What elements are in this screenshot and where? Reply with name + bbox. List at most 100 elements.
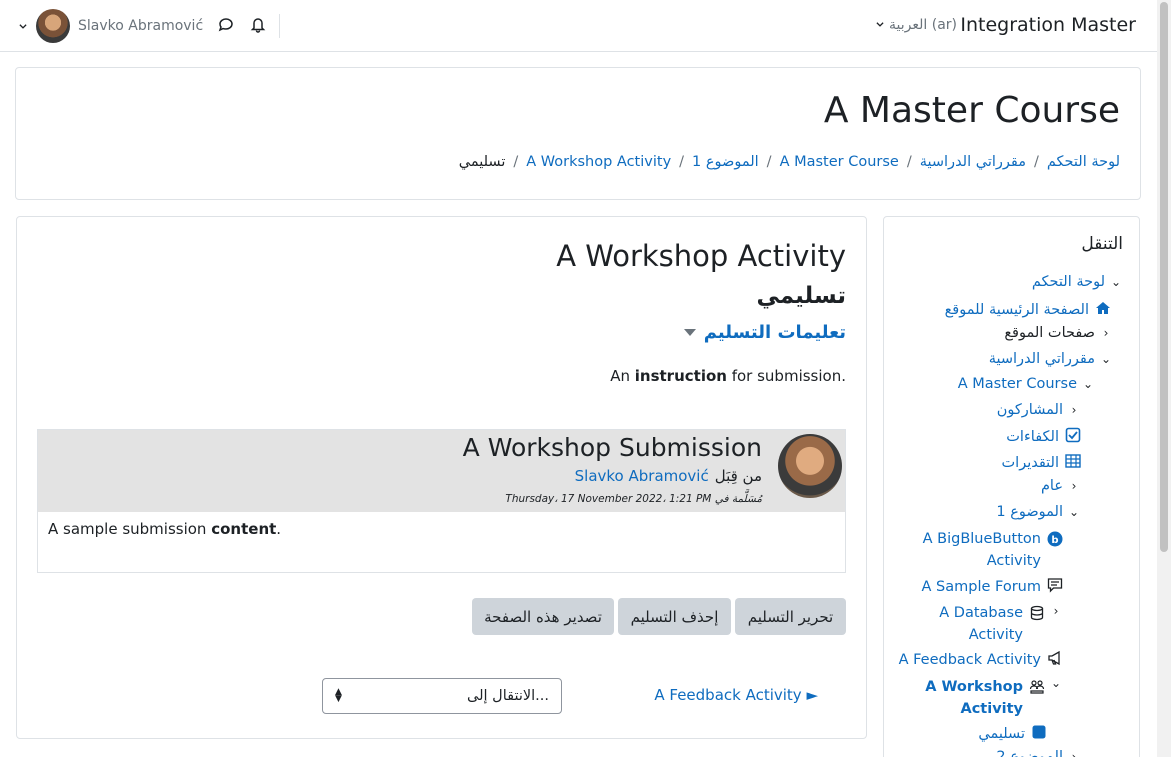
nav-item-competencies[interactable]: الكفاءات [1006,427,1081,447]
nav-item-dashboard[interactable]: ⌄ لوحة التحكم [1032,274,1121,290]
nav-item-label[interactable]: المشاركون [997,402,1063,418]
breadcrumb-separator: / [766,154,772,170]
submission-content: A sample submission content. [48,520,282,538]
nav-item-topic-2[interactable]: ‹ الموضوع 2 [996,749,1079,757]
language-label: العربية (ar) [889,17,957,33]
chevron-down-icon [875,17,885,33]
checkbox-icon [1065,427,1081,447]
nav-item-label[interactable]: A Workshop Activity [923,676,1023,720]
nav-item-label[interactable]: مقرراتي الدراسية [989,351,1095,367]
breadcrumb-activity[interactable]: A Workshop Activity [526,154,671,170]
breadcrumb-dashboard[interactable]: لوحة التحكم [1047,154,1120,170]
instructions-toggle-label: تعليمات التسليم [703,322,846,343]
nav-item-participants[interactable]: ‹ المشاركون [997,402,1079,418]
nav-item-label[interactable]: تسليمي [978,726,1025,742]
nav-item-grades[interactable]: التقديرات [1002,453,1081,473]
scrollbar-thumb[interactable] [1160,2,1168,552]
megaphone-icon [1047,650,1063,670]
navigation-heading: التنقل [1081,234,1123,254]
nav-item-label[interactable]: التقديرات [1002,455,1059,471]
nav-item-topic-1[interactable]: ⌄ الموضوع 1 [996,504,1079,520]
breadcrumb-my-courses[interactable]: مقرراتي الدراسية [920,154,1026,170]
jump-to-select[interactable]: ▲ ▼ الانتقال إلى... [322,678,562,714]
chevron-down-icon: ⌄ [1100,352,1111,366]
nav-item-workshop[interactable]: ⌄ A Workshop Activity [923,676,1061,720]
nav-item-label[interactable]: A Database Activity [923,602,1023,646]
breadcrumb-separator: / [513,154,519,170]
submission-title: A Workshop Submission [462,433,762,462]
chevron-left-icon: ‹ [1071,479,1077,493]
nav-item-site-pages[interactable]: ‹ صفحات الموقع [1004,325,1111,341]
site-brand[interactable]: Integration Master [960,14,1136,36]
page-scrollbar[interactable] [1157,0,1171,757]
nav-item-course[interactable]: ⌄ A Master Course [958,376,1093,392]
user-name: Slavko Abramović [78,18,204,34]
top-navbar: Integration Master العربية (ar) Slavko A… [0,0,1157,52]
nav-item-bigbluebutton[interactable]: b A BigBlueButton Activity [901,528,1063,572]
chevron-left-icon: ‹ [1053,604,1059,618]
chevron-left-icon: ‹ [1071,750,1077,757]
breadcrumb-course[interactable]: A Master Course [780,154,899,170]
author-link[interactable]: Slavko Abramović [575,467,709,485]
nav-item-label[interactable]: A Master Course [958,376,1077,392]
next-activity-link[interactable]: A Feedback Activity ► [654,686,818,704]
submission-header: A Workshop Submission من قِبَل Slavko Ab… [38,430,845,512]
nav-item-label[interactable]: A BigBlueButton Activity [901,528,1041,572]
author-avatar[interactable] [778,434,842,498]
nav-item-label[interactable]: A Sample Forum [922,579,1041,595]
nav-item-my-courses[interactable]: ⌄ مقرراتي الدراسية [989,351,1111,367]
chevron-left-icon: ‹ [1103,326,1109,340]
breadcrumb-current: تسليمي [458,154,506,170]
nav-item-forum[interactable]: A Sample Forum [922,577,1063,597]
nav-item-label[interactable]: عام [1041,478,1063,494]
select-arrows-icon: ▲ ▼ [335,687,342,704]
breadcrumb-separator: / [906,154,912,170]
messages-icon[interactable] [217,15,235,37]
avatar [36,9,70,43]
breadcrumb-separator: / [1034,154,1039,170]
user-menu[interactable]: Slavko Abramović [18,9,203,43]
nav-item-label[interactable]: الموضوع 2 [996,749,1063,757]
navbar-divider [279,14,280,38]
chevron-down-icon [18,17,28,35]
nav-item-label[interactable]: الكفاءات [1006,429,1059,445]
home-icon [1095,300,1111,320]
table-icon [1065,453,1081,473]
caret-down-icon [683,329,696,336]
workshop-icon [1029,679,1045,699]
export-page-button[interactable]: تصدير هذه الصفحة [472,598,614,635]
bell-icon[interactable] [249,15,267,37]
instructions-toggle[interactable]: تعليمات التسليم [683,322,846,343]
activity-title: A Workshop Activity [556,239,846,273]
forum-icon [1047,577,1063,597]
page-title: A Master Course [823,90,1120,131]
language-menu[interactable]: العربية (ar) [875,17,957,33]
submission-card: A Workshop Submission من قِبَل Slavko Ab… [37,429,846,573]
instructions-text: An instruction for submission. [610,367,846,385]
jump-to-value: الانتقال إلى... [467,688,549,704]
nav-item-label: صفحات الموقع [1004,325,1095,341]
nav-item-label[interactable]: الموضوع 1 [996,504,1063,520]
page-header: A Master Course لوحة التحكم / مقرراتي ال… [15,67,1141,200]
by-label: من قِبَل [714,467,762,485]
square-icon [1031,724,1047,744]
breadcrumb-topic[interactable]: الموضوع 1 [692,154,759,170]
chevron-down-icon: ⌄ [1068,505,1079,519]
breadcrumb-separator: / [679,154,685,170]
database-icon [1029,605,1045,625]
breadcrumb: لوحة التحكم / مقرراتي الدراسية / A Maste… [459,154,1120,170]
edit-submission-button[interactable]: تحرير التسليم [735,598,846,635]
nav-item-label[interactable]: لوحة التحكم [1032,274,1105,290]
delete-submission-button[interactable]: إحذف التسليم [618,598,731,635]
submission-author: من قِبَل Slavko Abramović [575,467,762,485]
nav-item-site-home[interactable]: الصفحة الرئيسية للموقع [945,300,1111,320]
nav-item-database[interactable]: ‹ A Database Activity [923,602,1061,646]
chevron-down-icon: ⌄ [1050,676,1061,690]
main-region: A Workshop Activity تسليمي تعليمات التسل… [16,216,867,739]
navigation-block: التنقل ⌄ لوحة التحكم الصفحة الرئيسية للم… [883,216,1140,757]
nav-item-label[interactable]: A Feedback Activity [899,652,1041,668]
nav-item-feedback[interactable]: A Feedback Activity [899,650,1063,670]
nav-item-general[interactable]: ‹ عام [1041,478,1079,494]
nav-item-my-submission[interactable]: تسليمي [978,724,1047,744]
nav-item-label[interactable]: الصفحة الرئيسية للموقع [945,302,1089,318]
